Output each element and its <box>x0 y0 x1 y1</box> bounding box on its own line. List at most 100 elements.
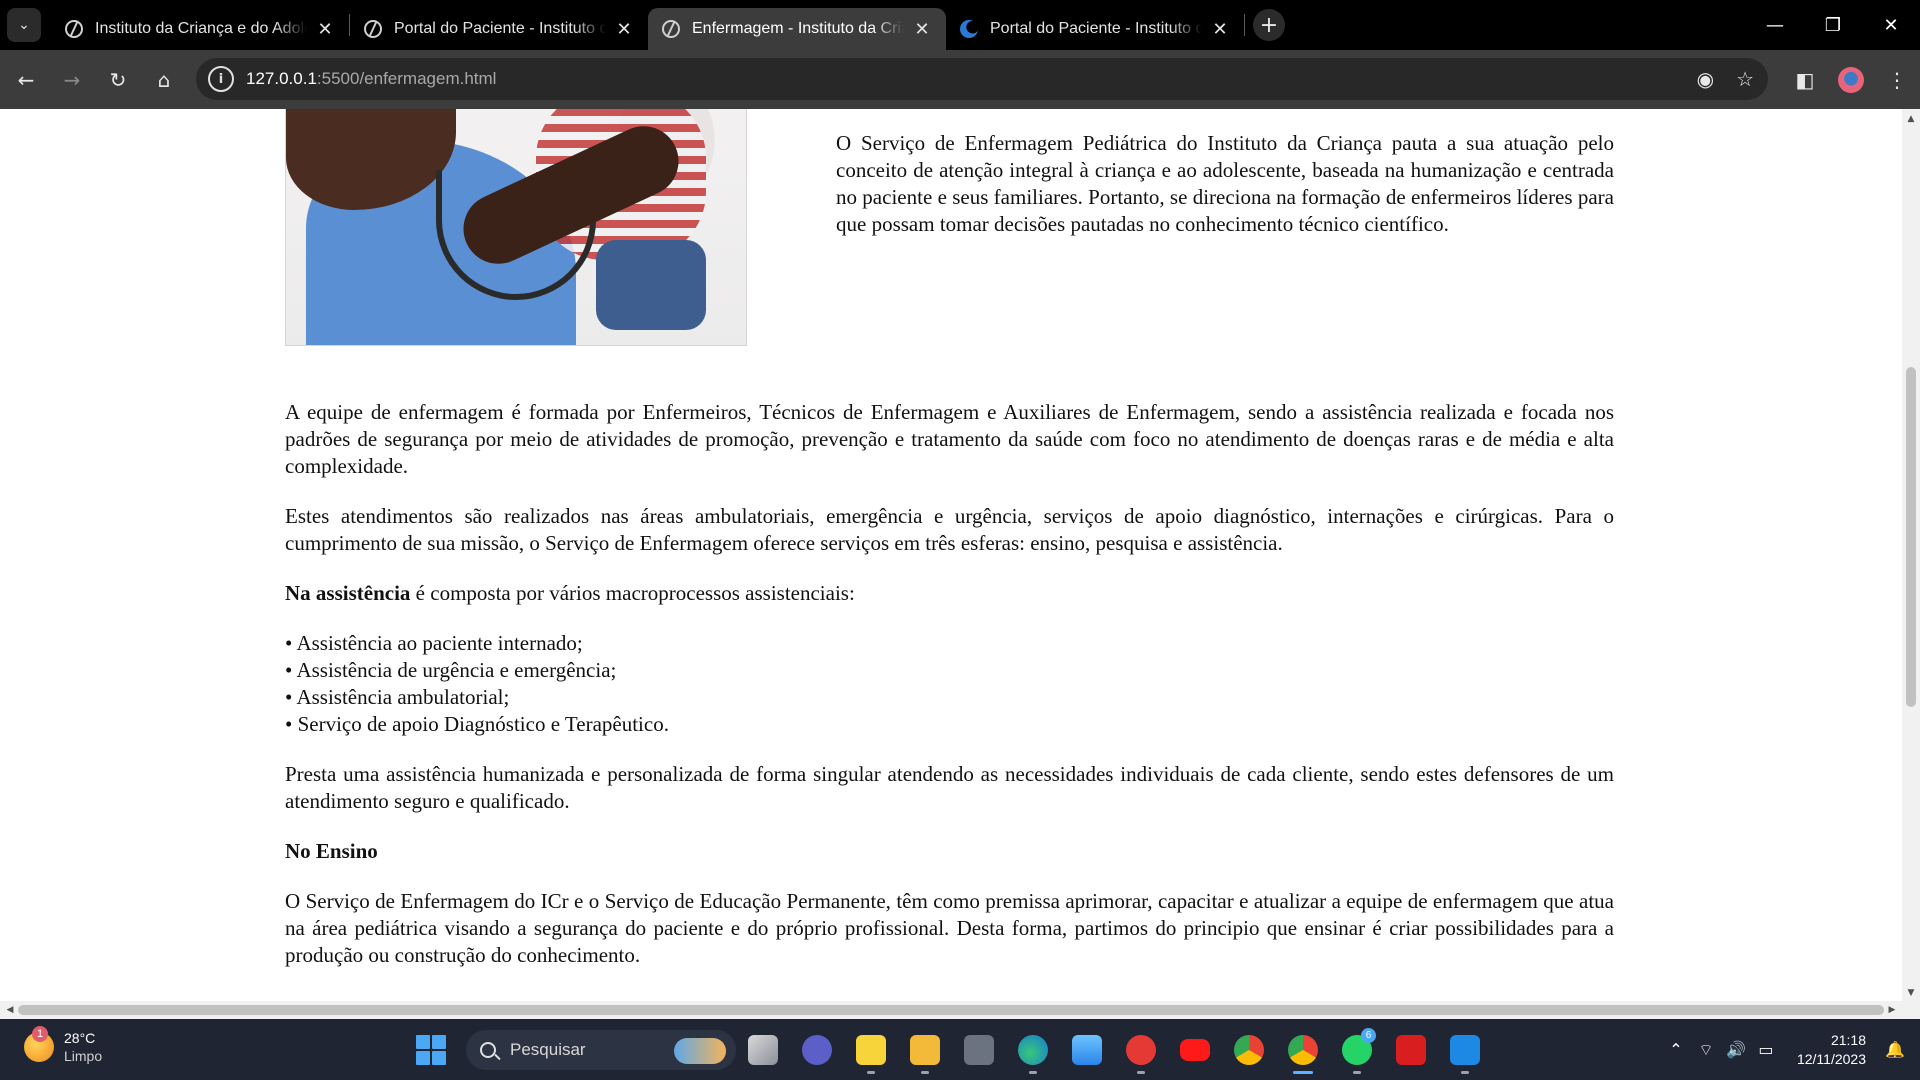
home-icon[interactable]: ⌂ <box>144 60 184 100</box>
whatsapp-icon[interactable]: 6 <box>1330 1023 1384 1077</box>
minimize-icon[interactable]: — <box>1746 0 1804 50</box>
vertical-scrollbar[interactable]: ▲ ▼ <box>1902 109 1920 1001</box>
vertical-scroll-thumb[interactable] <box>1906 367 1916 707</box>
globe-icon <box>65 20 83 38</box>
globe-icon <box>364 20 382 38</box>
menu-dots-icon[interactable]: ⋮ <box>1874 68 1920 92</box>
assistance-text: é composta por vários macroprocessos ass… <box>410 581 855 605</box>
file-explorer-icon[interactable] <box>736 1023 790 1077</box>
list-item: • Assistência ambulatorial; <box>285 685 510 709</box>
tab-title: Portal do Paciente - Instituto da Crianç… <box>394 20 606 37</box>
humanized-paragraph: Presta uma assistência humanizada e pers… <box>285 762 1614 813</box>
acrobat-icon[interactable] <box>1384 1023 1438 1077</box>
search-icon <box>480 1041 496 1058</box>
list-item: • Serviço de apoio Diagnóstico e Terapêu… <box>285 712 669 736</box>
url-host: 127.0.0.1 <box>246 69 317 88</box>
scroll-right-arrow-icon[interactable]: ▶ <box>1884 1001 1900 1019</box>
tab-title: Portal do Paciente - Instituto da Crianç… <box>990 20 1202 37</box>
windows-taskbar: 1 28°C Limpo Pesquisar 6 ⌃ ⌔ 🔊 ▭ 21:18 1… <box>0 1019 1920 1080</box>
search-placeholder: Pesquisar <box>510 1039 586 1059</box>
tab-portal-paciente-2[interactable]: Portal do Paciente - Instituto da Crianç… <box>946 8 1244 50</box>
sticky-notes-icon[interactable] <box>844 1023 898 1077</box>
scroll-down-arrow-icon[interactable]: ▼ <box>1902 985 1920 1001</box>
globe-icon <box>662 20 680 38</box>
scroll-up-arrow-icon[interactable]: ▲ <box>1902 111 1920 127</box>
close-icon[interactable]: ✕ <box>315 19 335 40</box>
browser-toolbar: ← → ↻ ⌂ i 127.0.0.1:5500/enfermagem.html… <box>0 50 1920 109</box>
window-close-icon[interactable]: ✕ <box>1862 0 1920 50</box>
page-viewport: O Serviço de Enfermagem Pediátrica do In… <box>0 109 1902 1001</box>
side-panel-icon[interactable]: ◧ <box>1782 68 1828 92</box>
restore-icon[interactable]: ❐ <box>1804 0 1862 50</box>
close-icon[interactable]: ✕ <box>912 19 932 40</box>
list-item: • Assistência ao paciente internado; <box>285 631 583 655</box>
horizontal-scroll-thumb[interactable] <box>18 1005 1884 1015</box>
notification-bell-icon[interactable]: 🔔 <box>1880 1040 1910 1059</box>
youtube-music-icon[interactable] <box>1114 1023 1168 1077</box>
browser-tab-bar: ⌄ Instituto da Criança e do Adolescente … <box>0 0 1920 50</box>
teams-icon[interactable] <box>790 1023 844 1077</box>
clock[interactable]: 21:18 12/11/2023 <box>1797 1031 1866 1069</box>
tab-separator <box>1244 14 1245 36</box>
edge-icon[interactable] <box>1006 1023 1060 1077</box>
start-button[interactable] <box>416 1034 446 1065</box>
tab-portal-paciente[interactable]: Portal do Paciente - Instituto da Crianç… <box>350 8 648 50</box>
address-bar[interactable]: i 127.0.0.1:5500/enfermagem.html ◉ ☆ <box>196 58 1768 100</box>
system-tray: ⌃ ⌔ 🔊 ▭ 21:18 12/11/2023 🔔 <box>1661 1019 1920 1080</box>
folder-icon[interactable] <box>898 1023 952 1077</box>
list-item: • Assistência de urgência e emergência; <box>285 658 617 682</box>
reload-icon[interactable]: ↻ <box>98 60 138 100</box>
forward-arrow-icon[interactable]: → <box>52 60 92 100</box>
weather-widget[interactable]: 1 28°C Limpo <box>24 1026 103 1065</box>
tab-title: Instituto da Criança e do Adolescente <box>95 20 307 37</box>
intro-paragraph: O Serviço de Enfermagem Pediátrica do In… <box>836 131 1614 236</box>
youtube-icon[interactable] <box>1168 1023 1222 1077</box>
crescent-icon <box>960 20 978 38</box>
site-info-icon[interactable]: i <box>208 66 234 92</box>
assistance-intro: Na assistência é composta por vários mac… <box>285 580 1614 607</box>
weather-temp: 28°C <box>64 1030 96 1046</box>
new-tab-button[interactable]: + <box>1253 9 1285 41</box>
icloud-icon[interactable] <box>1060 1023 1114 1077</box>
eye-icon[interactable]: ◉ <box>1697 67 1714 91</box>
ensino-paragraph: O Serviço de Enfermagem do ICr e o Servi… <box>285 889 1614 967</box>
services-paragraph: Estes atendimentos são realizados nas ár… <box>285 504 1614 555</box>
close-icon[interactable]: ✕ <box>1210 19 1230 40</box>
vscode-icon[interactable] <box>1438 1023 1492 1077</box>
team-paragraph: A equipe de enfermagem é formada por Enf… <box>285 400 1614 478</box>
scroll-left-arrow-icon[interactable]: ◀ <box>2 1001 18 1019</box>
sun-icon: 1 <box>24 1026 54 1062</box>
address-bar-actions: ◉ ☆ <box>1697 58 1754 100</box>
chrome-icon[interactable] <box>1222 1023 1276 1077</box>
tab-search-chevron-icon[interactable]: ⌄ <box>7 8 41 42</box>
search-highlight-art <box>674 1037 726 1064</box>
ensino-heading: No Ensino <box>285 839 378 863</box>
main-content: A equipe de enfermagem é formada por Enf… <box>285 399 1614 992</box>
horizontal-scrollbar[interactable]: ◀ ▶ <box>0 1001 1920 1019</box>
taskbar-apps: Pesquisar 6 <box>416 1019 1492 1080</box>
volume-icon[interactable]: 🔊 <box>1723 1040 1749 1059</box>
weather-desc: Limpo <box>64 1048 103 1064</box>
chrome-profile-icon[interactable] <box>1276 1023 1330 1077</box>
clock-time: 21:18 <box>1830 1031 1866 1048</box>
close-icon[interactable]: ✕ <box>614 19 634 40</box>
chevron-up-icon[interactable]: ⌃ <box>1663 1040 1689 1059</box>
clock-date: 12/11/2023 <box>1796 1050 1866 1067</box>
taskbar-search[interactable]: Pesquisar <box>466 1029 736 1070</box>
wifi-icon[interactable]: ⌔ <box>1693 1040 1719 1060</box>
battery-icon[interactable]: ▭ <box>1753 1040 1779 1059</box>
tab-enfermagem[interactable]: Enfermagem - Instituto da Criança ✕ <box>648 8 946 50</box>
toolbar-right: ◧ ⋮ <box>1782 50 1920 109</box>
bookmark-star-icon[interactable]: ☆ <box>1736 67 1754 91</box>
profile-avatar[interactable] <box>1838 66 1864 93</box>
tab-instituto-crianca[interactable]: Instituto da Criança e do Adolescente ✕ <box>51 8 349 50</box>
whatsapp-badge: 6 <box>1361 1027 1376 1043</box>
tab-strip: Instituto da Criança e do Adolescente ✕ … <box>51 0 1285 50</box>
back-arrow-icon[interactable]: ← <box>6 60 46 100</box>
window-controls: — ❐ ✕ <box>1746 0 1920 50</box>
nurse-holding-baby-image <box>285 109 747 346</box>
url-text[interactable]: 127.0.0.1:5500/enfermagem.html <box>246 69 496 89</box>
assistance-list: • Assistência ao paciente internado; • A… <box>285 630 1614 738</box>
calculator-icon[interactable] <box>952 1023 1006 1077</box>
tab-title: Enfermagem - Instituto da Criança <box>692 20 904 37</box>
